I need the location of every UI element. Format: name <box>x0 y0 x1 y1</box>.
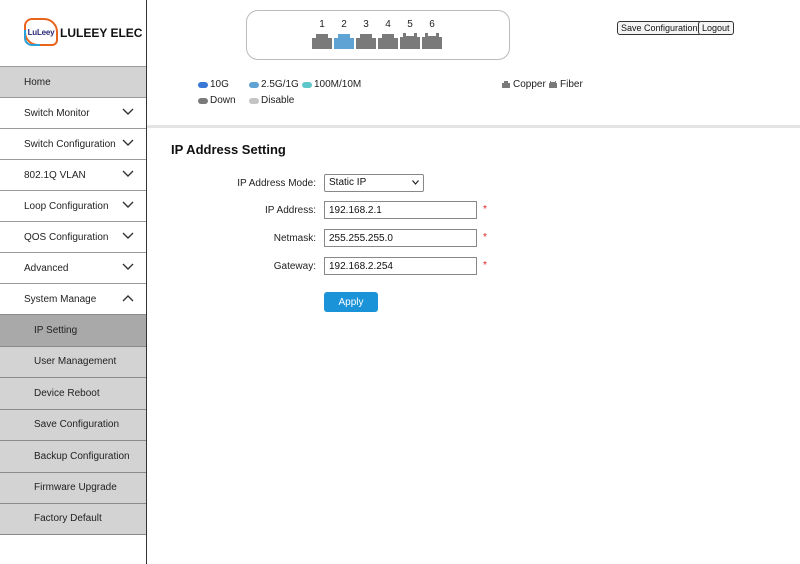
port-2-icon[interactable] <box>334 33 354 49</box>
logo-badge: LuLeey <box>24 18 58 46</box>
ip-address-label: IP Address: <box>265 205 316 216</box>
legend-label-fiber: Fiber <box>560 79 583 90</box>
sidebar-item-label: Advanced <box>24 262 69 274</box>
legend-10g: 10G <box>198 79 229 90</box>
sidebar-subitem-device-reboot[interactable]: Device Reboot <box>0 377 146 409</box>
legend-label-10g: 10G <box>210 79 229 90</box>
chevron-down-icon <box>122 139 134 146</box>
chevron-down-icon <box>122 263 134 270</box>
legend-100m: 100M/10M <box>302 79 361 90</box>
sidebar-item-system-manage[interactable]: System Manage <box>0 283 146 314</box>
netmask-label: Netmask: <box>273 233 316 244</box>
sidebar-item-qos-configuration[interactable]: QOS Configuration <box>0 221 146 252</box>
sidebar-item-advanced[interactable]: Advanced <box>0 252 146 283</box>
legend-swatch-2-5g <box>249 81 259 88</box>
sidebar-item-home[interactable]: Home <box>0 66 146 97</box>
sidebar-item-vlan[interactable]: 802.1Q VLAN <box>0 159 146 190</box>
chevron-up-icon <box>122 295 134 302</box>
port-3-icon[interactable] <box>356 33 376 49</box>
port-4-icon[interactable] <box>378 33 398 49</box>
chevron-down-icon <box>412 180 419 185</box>
legend-swatch-100m <box>302 81 312 88</box>
required-mark: * <box>483 232 487 243</box>
legend-fiber: Fiber <box>549 79 583 90</box>
sidebar-item-loop-configuration[interactable]: Loop Configuration <box>0 190 146 221</box>
sidebar-item-label: Switch Configuration <box>24 138 116 150</box>
sidebar-item-label: System Manage <box>24 293 97 305</box>
apply-button[interactable]: Apply <box>324 292 378 312</box>
chevron-down-icon <box>122 232 134 239</box>
ip-address-input[interactable] <box>324 201 477 219</box>
legend-label-down: Down <box>210 95 236 106</box>
chevron-down-icon <box>122 201 134 208</box>
chevron-down-icon <box>122 170 134 177</box>
sidebar: LuLeey LULEEY ELEC Home Switch Monitor S… <box>0 0 147 564</box>
port-number: 6 <box>429 19 435 30</box>
sidebar-item-label: Switch Monitor <box>24 107 90 119</box>
legend-swatch-disable <box>249 97 259 104</box>
legend-label-disable: Disable <box>261 95 295 106</box>
save-configuration-button[interactable]: Save Configuration <box>617 21 702 35</box>
legend-copper: Copper <box>502 79 546 90</box>
ip-mode-label: IP Address Mode: <box>237 178 316 189</box>
logo-text: LULEEY ELEC <box>60 26 143 40</box>
legend-swatch-10g <box>198 81 208 88</box>
legend-down: Down <box>198 95 236 106</box>
port-number: 4 <box>385 19 391 30</box>
sidebar-item-label: 802.1Q VLAN <box>24 169 86 181</box>
required-mark: * <box>483 260 487 271</box>
port-number: 2 <box>341 19 347 30</box>
logout-button[interactable]: Logout <box>698 21 734 35</box>
logo: LuLeey LULEEY ELEC <box>0 0 146 66</box>
port-1-icon[interactable] <box>312 33 332 49</box>
netmask-input[interactable] <box>324 229 477 247</box>
port-number: 5 <box>407 19 413 30</box>
copper-port-icon <box>502 81 510 88</box>
port-6-icon[interactable] <box>422 33 442 49</box>
port-number: 3 <box>363 19 369 30</box>
page-title: IP Address Setting <box>171 142 286 157</box>
legend-label-2-5g: 2.5G/1G <box>261 79 299 90</box>
ip-mode-value: Static IP <box>329 177 367 188</box>
fiber-port-icon <box>549 81 557 88</box>
gateway-input[interactable] <box>324 257 477 275</box>
sidebar-item-switch-configuration[interactable]: Switch Configuration <box>0 128 146 159</box>
legend-label-100m: 100M/10M <box>314 79 362 90</box>
sidebar-item-label: Loop Configuration <box>24 200 109 212</box>
gateway-label: Gateway: <box>273 261 316 272</box>
legend-disable: Disable <box>249 95 294 106</box>
port-number: 1 <box>319 19 325 30</box>
ip-mode-select[interactable]: Static IP <box>324 174 424 192</box>
port-panel: 1 2 3 4 5 6 <box>246 10 510 60</box>
sidebar-item-label: Home <box>24 76 51 88</box>
sidebar-subitem-firmware-upgrade[interactable]: Firmware Upgrade <box>0 471 146 503</box>
sidebar-subitem-backup-configuration[interactable]: Backup Configuration <box>0 440 146 472</box>
sidebar-item-switch-monitor[interactable]: Switch Monitor <box>0 97 146 128</box>
header-divider <box>147 125 800 128</box>
sidebar-subitem-user-management[interactable]: User Management <box>0 345 146 377</box>
sidebar-item-label: QOS Configuration <box>24 231 109 243</box>
sidebar-subitem-factory-default[interactable]: Factory Default <box>0 503 146 535</box>
legend-swatch-down <box>198 97 208 104</box>
chevron-down-icon <box>122 108 134 115</box>
port-5-icon[interactable] <box>400 33 420 49</box>
legend-2-5g: 2.5G/1G <box>249 79 299 90</box>
sidebar-subitem-ip-setting[interactable]: IP Setting <box>0 314 146 346</box>
required-mark: * <box>483 204 487 215</box>
sidebar-subitem-save-configuration[interactable]: Save Configuration <box>0 408 146 440</box>
legend-label-copper: Copper <box>513 79 546 90</box>
